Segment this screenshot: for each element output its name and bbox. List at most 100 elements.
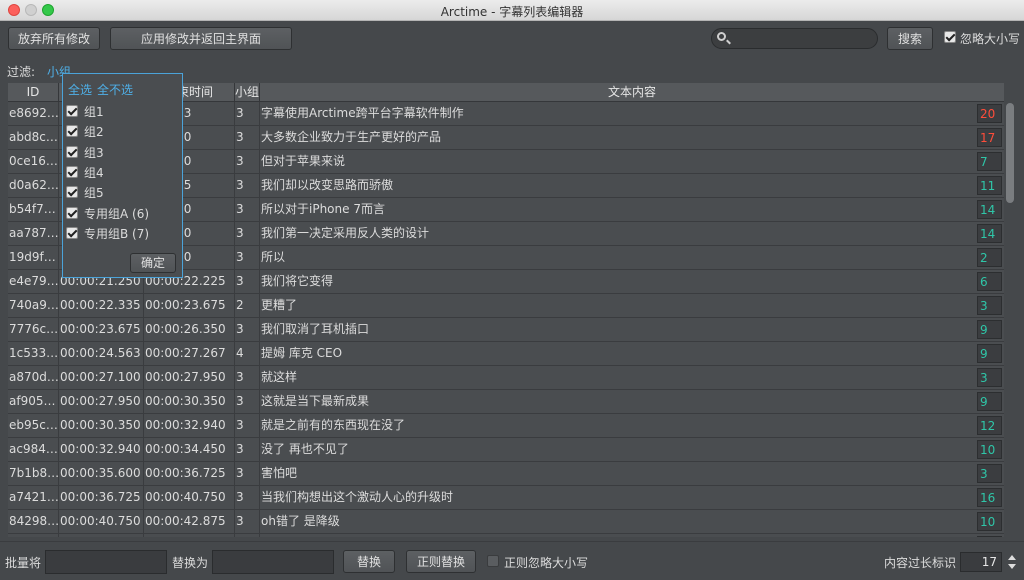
cell-group[interactable]: 3 — [235, 150, 260, 174]
cell-text[interactable]: 更糟了 — [260, 294, 975, 318]
cell-end-time[interactable]: 00:00:27.950 — [144, 366, 235, 390]
table-row[interactable]: 1c533…00:00:24.56300:00:27.2674提姆 库克 CEO… — [8, 342, 1004, 366]
cell-group[interactable]: 3 — [235, 414, 260, 438]
cell-text[interactable]: 就这样 — [260, 366, 975, 390]
cell-id[interactable]: 7b1b8… — [8, 462, 59, 486]
group-option-checkbox[interactable] — [66, 227, 78, 239]
cell-group[interactable]: 2 — [235, 294, 260, 318]
cell-id[interactable]: aa787… — [8, 222, 59, 246]
apply-and-return-button[interactable]: 应用修改并返回主界面 — [110, 27, 292, 50]
cell-text[interactable]: 当我们构想出这个激动人心的升级时 — [260, 486, 975, 510]
cell-start-time[interactable]: 00:00:30.350 — [59, 414, 144, 438]
cell-text[interactable]: 我们取消了耳机插口 — [260, 318, 975, 342]
cell-start-time[interactable]: 00:00:27.950 — [59, 390, 144, 414]
cell-end-time[interactable]: 00:00:30.350 — [144, 390, 235, 414]
cell-start-time[interactable]: 00:00:42.875 — [59, 534, 144, 537]
overlength-stepper[interactable]: 17 — [960, 552, 1002, 572]
cell-group[interactable]: 3 — [235, 438, 260, 462]
cell-text[interactable]: 害怕吧 — [260, 462, 975, 486]
cell-text[interactable]: 但对于苹果来说 — [260, 150, 975, 174]
replace-button[interactable]: 替换 — [343, 550, 395, 573]
cell-group[interactable]: 3 — [235, 198, 260, 222]
search-input[interactable] — [732, 30, 876, 48]
stepper-arrows[interactable] — [1005, 552, 1019, 572]
cell-start-time[interactable]: 00:00:40.750 — [59, 510, 144, 534]
cell-id[interactable]: 1c533… — [8, 342, 59, 366]
cell-id[interactable]: 84298… — [8, 510, 59, 534]
cell-group[interactable]: 3 — [235, 534, 260, 537]
cell-group[interactable]: 3 — [235, 486, 260, 510]
cell-start-time[interactable]: 00:00:36.725 — [59, 486, 144, 510]
cell-group[interactable]: 3 — [235, 222, 260, 246]
cell-group[interactable]: 3 — [235, 102, 260, 126]
cell-id[interactable]: 7124… — [8, 534, 59, 537]
cell-group[interactable]: 3 — [235, 390, 260, 414]
cell-group[interactable]: 3 — [235, 174, 260, 198]
search-button[interactable]: 搜索 — [887, 27, 933, 50]
cell-id[interactable]: 0ce16… — [8, 150, 59, 174]
cell-end-time[interactable]: 00:00:27.267 — [144, 342, 235, 366]
cell-id[interactable]: 19d9f… — [8, 246, 59, 270]
cell-group[interactable]: 3 — [235, 126, 260, 150]
table-row[interactable]: 7b1b8…00:00:35.60000:00:36.7253害怕吧3 — [8, 462, 1004, 486]
cell-id[interactable]: abd8c… — [8, 126, 59, 150]
cell-text[interactable]: 所以 — [260, 246, 975, 270]
cell-text[interactable]: 大多数企业致力于生产更好的产品 — [260, 126, 975, 150]
cell-group[interactable]: 3 — [235, 318, 260, 342]
cell-id[interactable]: a870d… — [8, 366, 59, 390]
group-option-checkbox[interactable] — [66, 146, 78, 158]
cell-group[interactable]: 3 — [235, 510, 260, 534]
table-row[interactable]: 7124…00:00:42.87500:00:44.8753它是如此美丽6 — [8, 534, 1004, 537]
cell-text[interactable]: 它是如此美丽 — [260, 534, 975, 537]
group-option-checkbox[interactable] — [66, 166, 78, 178]
table-row[interactable]: 740a9…00:00:22.33500:00:23.6752更糟了3 — [8, 294, 1004, 318]
column-header-text[interactable]: 文本内容 — [260, 83, 1004, 101]
table-row[interactable]: a870d…00:00:27.10000:00:27.9503就这样3 — [8, 366, 1004, 390]
cell-start-time[interactable]: 00:00:35.600 — [59, 462, 144, 486]
table-row[interactable]: eb95c…00:00:30.35000:00:32.9403就是之前有的东西现… — [8, 414, 1004, 438]
cell-id[interactable]: 7776c… — [8, 318, 59, 342]
cell-end-time[interactable]: 00:00:44.875 — [144, 534, 235, 537]
cell-end-time[interactable]: 00:00:26.350 — [144, 318, 235, 342]
cell-text[interactable]: 没了 再也不见了 — [260, 438, 975, 462]
column-header-group[interactable]: 小组 — [235, 83, 260, 101]
cell-group[interactable]: 3 — [235, 270, 260, 294]
scrollbar-thumb[interactable] — [1006, 103, 1014, 203]
cell-text[interactable]: 这就是当下最新成果 — [260, 390, 975, 414]
decrement-icon[interactable] — [1008, 564, 1016, 569]
cell-id[interactable]: d0a62… — [8, 174, 59, 198]
column-header-id[interactable]: ID — [8, 83, 59, 101]
discard-changes-button[interactable]: 放弃所有修改 — [8, 27, 100, 50]
select-all-link[interactable]: 全选 — [68, 81, 92, 98]
cell-group[interactable]: 3 — [235, 366, 260, 390]
cell-id[interactable]: b54f7… — [8, 198, 59, 222]
cell-start-time[interactable]: 00:00:23.675 — [59, 318, 144, 342]
cell-id[interactable]: e4e79… — [8, 270, 59, 294]
cell-start-time[interactable]: 00:00:22.335 — [59, 294, 144, 318]
vertical-scrollbar[interactable] — [1004, 101, 1016, 537]
cell-end-time[interactable]: 00:00:34.450 — [144, 438, 235, 462]
cell-text[interactable]: 提姆 库克 CEO — [260, 342, 975, 366]
table-row[interactable]: 84298…00:00:40.75000:00:42.8753oh错了 是降级1… — [8, 510, 1004, 534]
cell-text[interactable]: 所以对于iPhone 7而言 — [260, 198, 975, 222]
cell-text[interactable]: 就是之前有的东西现在没了 — [260, 414, 975, 438]
table-row[interactable]: af905…00:00:27.95000:00:30.3503这就是当下最新成果… — [8, 390, 1004, 414]
cell-end-time[interactable]: 00:00:36.725 — [144, 462, 235, 486]
cell-group[interactable]: 4 — [235, 342, 260, 366]
increment-icon[interactable] — [1008, 555, 1016, 560]
group-option-checkbox[interactable] — [66, 186, 78, 198]
cell-id[interactable]: 740a9… — [8, 294, 59, 318]
cell-id[interactable]: eb95c… — [8, 414, 59, 438]
replace-field[interactable] — [212, 550, 334, 574]
group-option-checkbox[interactable] — [66, 105, 78, 117]
table-row[interactable]: 7776c…00:00:23.67500:00:26.3503我们取消了耳机插口… — [8, 318, 1004, 342]
cell-start-time[interactable]: 00:00:27.100 — [59, 366, 144, 390]
cell-text[interactable]: oh错了 是降级 — [260, 510, 975, 534]
cell-id[interactable]: ac984… — [8, 438, 59, 462]
find-field[interactable] — [45, 550, 167, 574]
cell-end-time[interactable]: 00:00:40.750 — [144, 486, 235, 510]
group-option-checkbox[interactable] — [66, 125, 78, 137]
group-option-checkbox[interactable] — [66, 207, 78, 219]
confirm-button[interactable]: 确定 — [130, 253, 176, 273]
regex-replace-button[interactable]: 正则替换 — [406, 550, 476, 573]
